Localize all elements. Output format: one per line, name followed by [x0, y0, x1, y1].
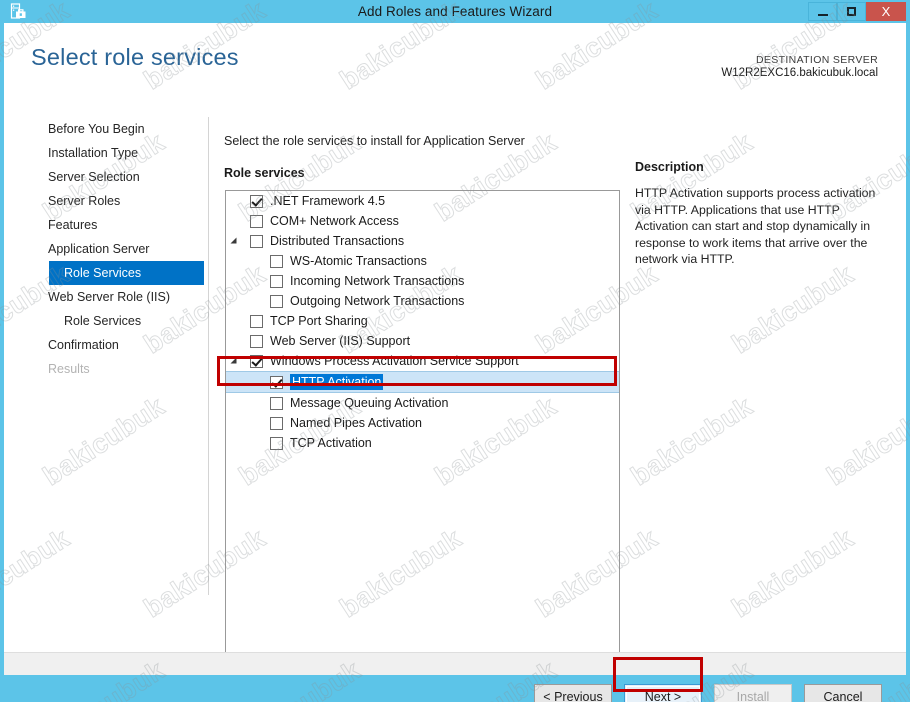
checkbox-unchecked-icon[interactable] — [250, 334, 263, 348]
role-service-label: .NET Framework 4.5 — [270, 194, 386, 208]
checkbox-unchecked-icon[interactable] — [270, 294, 283, 308]
role-service-row[interactable]: Web Server (IIS) Support — [226, 331, 619, 351]
sidebar-item-label: Features — [48, 218, 98, 232]
window-title: Add Roles and Features Wizard — [357, 4, 553, 19]
role-service-row[interactable]: TCP Port Sharing — [226, 311, 619, 331]
close-button[interactable]: X — [866, 2, 906, 21]
expander-collapse-icon[interactable] — [229, 236, 239, 246]
role-service-row[interactable]: Windows Process Activation Service Suppo… — [226, 351, 619, 371]
role-services-section-label: Role services — [224, 166, 305, 180]
sidebar-item-role-services[interactable]: Role Services — [49, 261, 204, 285]
sidebar-item-server-selection[interactable]: Server Selection — [4, 165, 205, 189]
minimize-icon — [817, 13, 828, 16]
checkbox-unchecked-icon[interactable] — [250, 314, 263, 328]
sidebar-item-label: Server Roles — [48, 194, 121, 208]
role-service-row[interactable]: .NET Framework 4.5 — [226, 191, 619, 211]
sidebar-item-results: Results — [4, 357, 205, 381]
footer-bar — [4, 652, 906, 675]
cancel-button[interactable]: Cancel — [804, 684, 882, 702]
role-service-label: Windows Process Activation Service Suppo… — [270, 354, 519, 368]
sidebar-item-label: Installation Type — [48, 146, 139, 160]
description-title: Description — [635, 160, 704, 174]
button-label: Install — [736, 689, 770, 702]
sidebar-item-label: Role Services — [64, 314, 142, 328]
checkbox-unchecked-icon[interactable] — [270, 274, 283, 288]
role-services-listbox[interactable]: .NET Framework 4.5 COM+ Network Access Dis… — [225, 190, 620, 654]
sidebar-item-label: Confirmation — [48, 338, 119, 352]
install-button: Install — [714, 684, 792, 702]
role-service-label: HTTP Activation — [290, 374, 384, 390]
sidebar-item-before-you-begin[interactable]: Before You Begin — [4, 117, 205, 141]
sidebar-item-label: Before You Begin — [48, 122, 145, 136]
checkbox-checked-icon[interactable] — [270, 375, 283, 389]
window-controls: X — [808, 2, 906, 21]
title-bar: Add Roles and Features Wizard X — [0, 0, 910, 23]
next-button[interactable]: Next > — [624, 684, 702, 702]
role-service-row[interactable]: HTTP Activation — [226, 371, 619, 393]
window-body: Select role services DESTINATION SERVER … — [4, 23, 906, 702]
page-title: Select role services — [31, 44, 239, 70]
expander-collapse-icon[interactable] — [229, 356, 239, 366]
page-header: Select role services DESTINATION SERVER … — [4, 23, 906, 95]
role-service-label: Named Pipes Activation — [290, 416, 423, 430]
role-service-label: COM+ Network Access — [270, 214, 399, 228]
role-service-label: TCP Activation — [290, 436, 372, 450]
role-service-label: Distributed Transactions — [270, 234, 405, 248]
wizard-window: Add Roles and Features Wizard X Select r… — [0, 0, 910, 702]
sidebar-item-label: Results — [48, 362, 90, 376]
destination-server-name: W12R2EXC16.bakicubuk.local — [721, 67, 878, 79]
role-service-row[interactable]: Incoming Network Transactions — [226, 271, 619, 291]
role-service-row[interactable]: WS-Atomic Transactions — [226, 251, 619, 271]
content-pane: Select the role services to install for … — [205, 95, 906, 654]
role-service-row[interactable]: Message Queuing Activation — [226, 393, 619, 413]
sidebar-item-label: Server Selection — [48, 170, 140, 184]
button-label: Next > — [644, 689, 682, 702]
role-service-label: Incoming Network Transactions — [290, 274, 465, 288]
sidebar-item-label: Role Services — [64, 266, 142, 280]
checkbox-unchecked-icon[interactable] — [270, 416, 283, 430]
sidebar-item-label: Web Server Role (IIS) — [48, 290, 171, 304]
role-service-label: TCP Port Sharing — [270, 314, 368, 328]
checkbox-unchecked-icon[interactable] — [250, 234, 263, 248]
checkbox-checked-icon[interactable] — [250, 354, 263, 368]
sidebar-item-label: Application Server — [48, 242, 150, 256]
role-service-row[interactable]: Named Pipes Activation — [226, 413, 619, 433]
previous-button[interactable]: < Previous — [534, 684, 612, 702]
checkbox-unchecked-icon[interactable] — [270, 396, 283, 410]
role-service-label: WS-Atomic Transactions — [290, 254, 427, 268]
role-service-label: Web Server (IIS) Support — [270, 334, 411, 348]
wizard-nav-sidebar: Before You Begin Installation Type Server … — [4, 95, 205, 652]
maximize-button[interactable] — [837, 2, 866, 21]
sidebar-item-installation-type[interactable]: Installation Type — [4, 141, 205, 165]
sidebar-item-application-server[interactable]: Application Server — [4, 237, 205, 261]
checkbox-unchecked-icon[interactable] — [270, 436, 283, 450]
sidebar-item-features[interactable]: Features — [4, 213, 205, 237]
button-label: < Previous — [543, 689, 603, 702]
role-service-label: Message Queuing Activation — [290, 396, 449, 410]
maximize-icon — [847, 7, 856, 16]
checkbox-checked-icon[interactable] — [250, 194, 263, 208]
sidebar-item-server-roles[interactable]: Server Roles — [4, 189, 205, 213]
description-panel: Description HTTP Activation supports pro… — [635, 160, 890, 268]
content-intro-text: Select the role services to install for … — [224, 134, 525, 148]
minimize-button[interactable] — [808, 2, 837, 21]
checkbox-unchecked-icon[interactable] — [250, 214, 263, 228]
destination-server-label: DESTINATION SERVER — [755, 54, 878, 66]
role-service-label: Outgoing Network Transactions — [290, 294, 465, 308]
destination-server-block: DESTINATION SERVER W12R2EXC16.bakicubuk.… — [721, 54, 878, 79]
button-label: Cancel — [823, 689, 863, 702]
sidebar-item-web-server-role-iis[interactable]: Web Server Role (IIS) — [4, 285, 205, 309]
description-body: HTTP Activation supports process activat… — [635, 186, 876, 266]
role-service-row[interactable]: TCP Activation — [226, 433, 619, 453]
sidebar-item-role-services[interactable]: Role Services — [4, 309, 205, 333]
sidebar-item-confirmation[interactable]: Confirmation — [4, 333, 205, 357]
wizard-button-row: < Previous Next > Install Cancel — [534, 684, 882, 702]
role-service-row[interactable]: COM+ Network Access — [226, 211, 619, 231]
role-service-row[interactable]: Distributed Transactions — [226, 231, 619, 251]
role-service-row[interactable]: Outgoing Network Transactions — [226, 291, 619, 311]
checkbox-unchecked-icon[interactable] — [270, 254, 283, 268]
